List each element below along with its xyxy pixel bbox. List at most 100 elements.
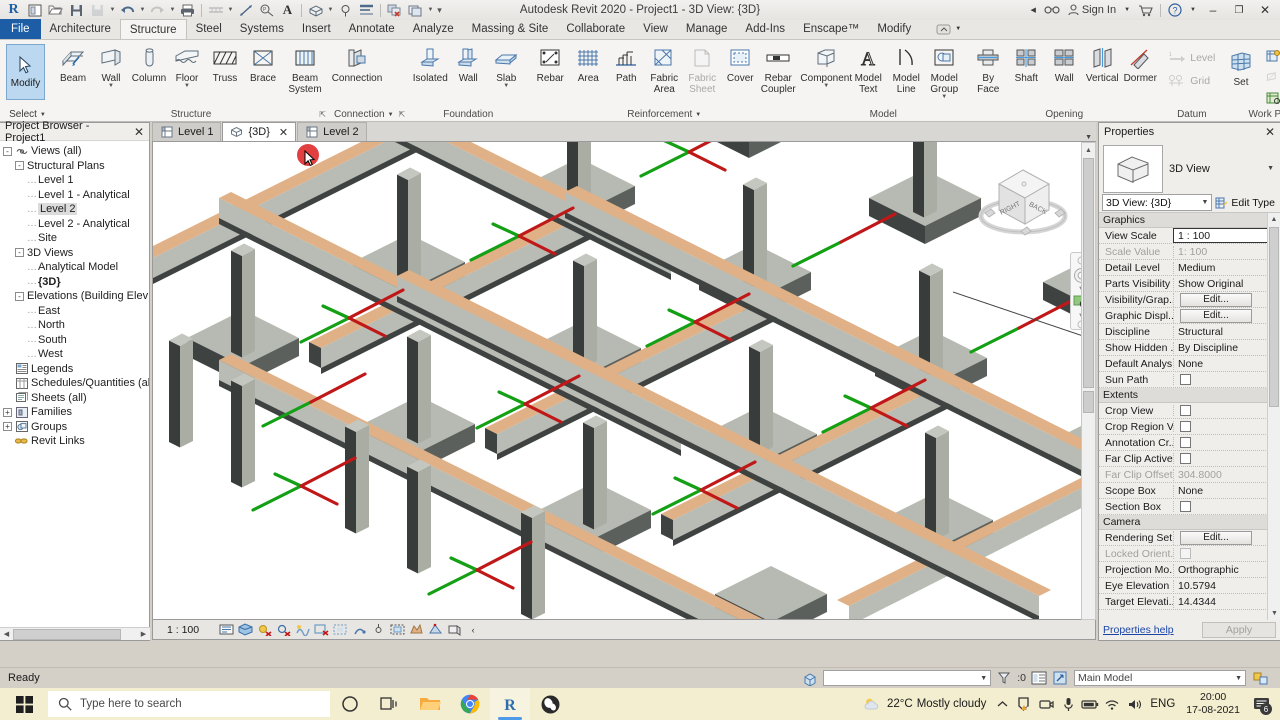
browser-node[interactable]: - Structural Plans [3, 159, 149, 174]
reference-plane-button[interactable]: Ref Plane [1262, 67, 1280, 86]
volume-icon[interactable] [1123, 688, 1145, 720]
view-tab-bar[interactable]: Level 1 {3D} ✕ Level 2 ▼ [152, 122, 1096, 142]
structural-wall-button[interactable]: Wall ▼ [92, 43, 130, 101]
structural-floor-dropdown-icon[interactable]: ▼ [184, 83, 190, 89]
status-notification-icon[interactable] [1250, 670, 1272, 687]
vertical-opening-button[interactable]: Vertical [1083, 43, 1121, 101]
cortana-button[interactable] [330, 688, 370, 720]
constraints-icon[interactable]: ‹ [465, 622, 481, 638]
property-row[interactable]: Scope Box None [1099, 483, 1280, 499]
design-options-icon[interactable] [801, 670, 819, 687]
type-selector-caret-icon[interactable]: ▼ [1201, 199, 1208, 206]
tab-enscape[interactable]: Enscape™ [794, 19, 868, 39]
redo-dropdown-icon[interactable]: ▼ [168, 1, 177, 20]
property-checkbox[interactable] [1180, 437, 1191, 448]
property-value[interactable]: 1 : 100 [1173, 228, 1276, 243]
property-row[interactable]: Eye Elevation 10.5794 [1099, 578, 1280, 594]
worksets-caret-icon[interactable]: ▼ [1235, 675, 1242, 682]
slab-foundation-button[interactable]: Slab ▼ [487, 43, 525, 101]
view-dropdown-icon[interactable]: ▼ [326, 1, 335, 20]
view-cube[interactable]: RIGHT BACK [977, 154, 1073, 242]
security-warning-icon[interactable] [1013, 688, 1035, 720]
property-row[interactable]: Rendering Set... Edit... [1099, 530, 1280, 546]
taskbar-clock[interactable]: 20:00 17-08-2021 [1180, 688, 1246, 720]
view-tab-level-2[interactable]: Level 2 [297, 122, 367, 141]
pb-scroll-left-icon[interactable]: ◀ [0, 628, 13, 641]
help-icon[interactable]: ? [1164, 0, 1186, 20]
isolated-foundation-button[interactable]: Isolated [411, 43, 449, 101]
property-row[interactable]: Sun Path [1099, 372, 1280, 388]
tab-view[interactable]: View [634, 19, 677, 39]
tree-expander[interactable]: - [3, 146, 12, 156]
model-group-button[interactable]: Model Group ▼ [925, 43, 963, 101]
measure-icon[interactable] [205, 1, 226, 20]
chrome-button[interactable] [450, 688, 490, 720]
wall-foundation-button[interactable]: Wall [449, 43, 487, 101]
crop-view-off-icon[interactable] [313, 622, 329, 638]
property-row[interactable]: Section Box [1099, 499, 1280, 515]
structural-wall-dropdown-icon[interactable]: ▼ [108, 83, 114, 89]
tab-annotate[interactable]: Annotate [340, 19, 404, 39]
start-button[interactable] [0, 688, 48, 720]
reveal-hidden-elements-icon[interactable] [389, 622, 405, 638]
property-value[interactable] [1173, 437, 1280, 448]
properties-group-header[interactable]: Extents^ [1099, 388, 1280, 403]
property-value[interactable] [1173, 501, 1280, 512]
sign-in-dropdown-icon[interactable]: ▼ [1120, 0, 1134, 20]
camera-icon[interactable] [1035, 688, 1057, 720]
set-work-plane-button[interactable]: Set [1224, 47, 1257, 97]
properties-scroll-up-icon[interactable]: ▲ [1268, 213, 1280, 226]
browser-node[interactable]: - Elevations (Building Elev [3, 289, 149, 304]
detail-level-icon[interactable] [218, 622, 234, 638]
print-icon[interactable] [177, 1, 198, 20]
browser-node[interactable]: + Groups [3, 420, 149, 435]
property-value[interactable] [1173, 405, 1280, 416]
save-as-dropdown-icon[interactable]: ▼ [108, 1, 117, 20]
truss-button[interactable]: Truss [206, 43, 244, 101]
microphone-icon[interactable] [1057, 688, 1079, 720]
switch-windows-icon[interactable] [405, 1, 426, 20]
action-center-button[interactable]: 6 [1246, 688, 1276, 720]
aligned-dimension-icon[interactable] [235, 1, 256, 20]
property-row[interactable]: Show Hidden ... By Discipline [1099, 340, 1280, 356]
worksets-dialog-icon[interactable] [1030, 670, 1048, 687]
rendering-dialog-icon[interactable] [294, 622, 310, 638]
taskbar-search-box[interactable]: Type here to search [48, 691, 330, 717]
browser-node[interactable]: … East [3, 304, 149, 319]
project-browser-hscrollbar[interactable]: ◀ ▶ [0, 627, 150, 640]
switch-windows-dropdown-icon[interactable]: ▼ [426, 1, 435, 20]
view-scale-label[interactable]: 1 : 100 [167, 624, 199, 636]
properties-group-header[interactable]: Graphics^ [1099, 213, 1280, 228]
help-dropdown-icon[interactable]: ▼ [1186, 0, 1200, 20]
grid-button[interactable]: Grid [1165, 71, 1213, 90]
browser-node[interactable]: - Views (all) [3, 144, 149, 159]
tab-steel[interactable]: Steel [187, 19, 231, 39]
show-hidden-icons-button[interactable] [991, 688, 1013, 720]
property-row[interactable]: Default Analys...None [1099, 356, 1280, 372]
component-dropdown-icon[interactable]: ▼ [823, 83, 829, 89]
browser-node[interactable]: … Analytical Model [3, 260, 149, 275]
property-row[interactable]: Projection Mo... Orthographic [1099, 562, 1280, 578]
tab-massing-site[interactable]: Massing & Site [463, 19, 558, 39]
property-value[interactable]: 10.5794 [1173, 579, 1280, 592]
infocenter-icon[interactable] [1040, 0, 1064, 20]
browser-node[interactable]: … Level 2 [3, 202, 149, 217]
tab-modify[interactable]: Modify [868, 19, 920, 39]
properties-scrollbar[interactable]: ▲ ▼ [1267, 213, 1280, 620]
property-value[interactable]: Edit... [1173, 308, 1280, 323]
property-value[interactable]: 304.8000 [1173, 468, 1280, 481]
property-row[interactable]: Annotation Cr... [1099, 435, 1280, 451]
property-row[interactable]: Target Elevati... 14.4344 [1099, 594, 1280, 610]
property-checkbox[interactable] [1180, 421, 1191, 432]
weather-widget[interactable]: 22°C Mostly cloudy [858, 688, 991, 720]
battery-icon[interactable] [1079, 688, 1101, 720]
property-value[interactable] [1173, 421, 1280, 432]
shadows-off-icon[interactable] [275, 622, 291, 638]
opening-by-face-button[interactable]: By Face [969, 43, 1007, 101]
rebar-coupler-button[interactable]: Rebar Coupler [759, 43, 797, 101]
open-icon[interactable] [45, 1, 66, 20]
pb-scroll-track[interactable] [13, 628, 137, 641]
close-button[interactable]: ✕ [1252, 0, 1278, 20]
property-row[interactable]: Parts Visibility Show Original [1099, 276, 1280, 292]
property-row[interactable]: Visibility/Grap... Edit... [1099, 292, 1280, 308]
